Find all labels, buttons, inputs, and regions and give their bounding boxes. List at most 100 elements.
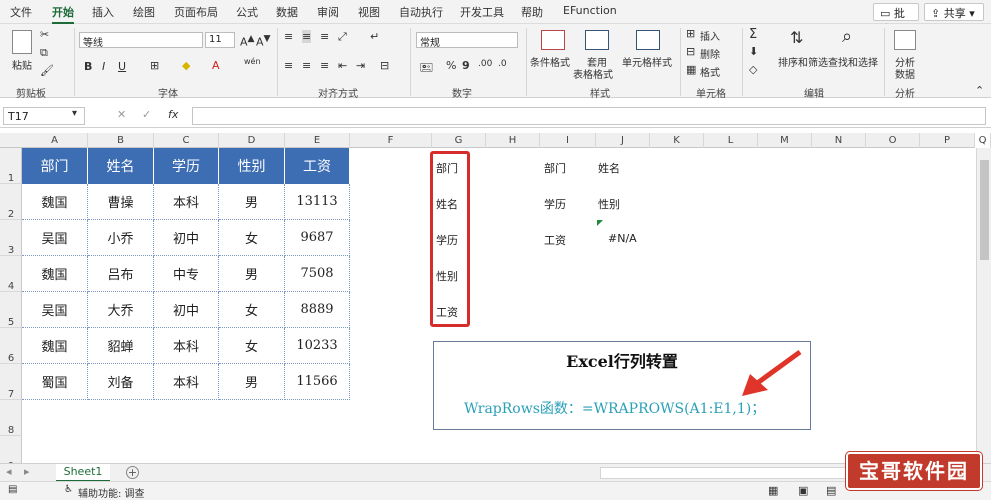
- column-header-a[interactable]: A: [22, 133, 88, 148]
- table-cell[interactable]: 吴国: [22, 220, 88, 256]
- column-g-cell[interactable]: 工资: [436, 304, 458, 320]
- row-header-8[interactable]: 8: [0, 400, 22, 436]
- vertical-scrollbar[interactable]: [976, 148, 991, 463]
- table-cell[interactable]: 7508: [285, 256, 350, 292]
- underline-button[interactable]: U: [118, 60, 126, 73]
- column-header-d[interactable]: D: [219, 133, 285, 148]
- analyze-data-icon[interactable]: [894, 30, 916, 50]
- wrapped-cell[interactable]: #N/A: [608, 232, 637, 245]
- table-cell[interactable]: 小乔: [88, 220, 154, 256]
- row-header-5[interactable]: 5: [0, 292, 22, 328]
- tab-file[interactable]: 文件: [10, 4, 32, 20]
- tab-page-layout[interactable]: 页面布局: [174, 4, 218, 20]
- table-cell[interactable]: 曹操: [88, 184, 154, 220]
- find-icon[interactable]: ⌕: [842, 26, 852, 47]
- format-table-button-line2[interactable]: 表格格式: [573, 66, 613, 81]
- column-header-e[interactable]: E: [285, 133, 350, 148]
- paste-icon[interactable]: [12, 30, 32, 54]
- next-sheet-icon[interactable]: ▸: [24, 465, 30, 478]
- fill-icon[interactable]: ⬇: [749, 45, 758, 58]
- table-cell[interactable]: 蜀国: [22, 364, 88, 400]
- share-button[interactable]: ⇪ 共享 ▾: [924, 3, 984, 21]
- fill-color-icon[interactable]: ◆: [182, 59, 190, 72]
- currency-icon[interactable]: 🖭: [420, 59, 433, 78]
- number-format-dropdown[interactable]: 常规: [416, 32, 518, 49]
- wrapped-cell[interactable]: 工资: [544, 232, 566, 248]
- table-cell[interactable]: 11566: [285, 364, 350, 400]
- tab-home[interactable]: 开始: [52, 4, 74, 24]
- analyze-data-button-line2[interactable]: 数据: [895, 66, 915, 81]
- table-cell[interactable]: 男: [219, 256, 285, 292]
- column-header-n[interactable]: N: [812, 133, 866, 148]
- tab-view[interactable]: 视图: [358, 4, 380, 20]
- table-cell[interactable]: 本科: [154, 184, 219, 220]
- delete-cells-icon[interactable]: ⊟: [686, 45, 695, 58]
- tab-developer[interactable]: 开发工具: [460, 4, 504, 20]
- column-g-cell[interactable]: 部门: [436, 160, 458, 176]
- paste-button[interactable]: 粘贴: [12, 57, 32, 72]
- table-cell[interactable]: 中专: [154, 256, 219, 292]
- column-header-m[interactable]: M: [758, 133, 812, 148]
- tab-help[interactable]: 帮助: [521, 4, 543, 20]
- table-cell[interactable]: 吕布: [88, 256, 154, 292]
- cut-icon[interactable]: ✂: [40, 28, 49, 41]
- row-header-2[interactable]: 2: [0, 184, 22, 220]
- indent-icon[interactable]: ⇤: [338, 59, 347, 72]
- column-header-j[interactable]: J: [596, 133, 650, 148]
- table-cell[interactable]: 本科: [154, 328, 219, 364]
- align-center-icon[interactable]: ≡: [302, 59, 311, 72]
- enter-icon[interactable]: ✓: [142, 108, 151, 121]
- tab-automate[interactable]: 自动执行: [399, 4, 443, 20]
- wrapped-cell[interactable]: 性别: [598, 196, 620, 212]
- autosum-icon[interactable]: Σ: [749, 27, 757, 42]
- column-header-o[interactable]: O: [866, 133, 920, 148]
- table-cell[interactable]: 女: [219, 328, 285, 364]
- table-cell[interactable]: 貂蝉: [88, 328, 154, 364]
- row-header-1[interactable]: 1: [0, 148, 22, 184]
- conditional-format-icon[interactable]: [541, 30, 565, 50]
- column-header-h[interactable]: H: [486, 133, 540, 148]
- row-header-4[interactable]: 4: [0, 256, 22, 292]
- phonetic-icon[interactable]: wén: [244, 57, 261, 66]
- find-select-button[interactable]: 查找和选择: [828, 54, 878, 69]
- macro-record-icon[interactable]: ▤: [8, 484, 17, 495]
- format-painter-icon[interactable]: 🖌: [40, 64, 54, 77]
- cell-styles-button[interactable]: 单元格样式: [622, 54, 672, 69]
- formula-input[interactable]: [192, 107, 986, 125]
- copy-icon[interactable]: ⧉: [40, 46, 48, 60]
- table-cell[interactable]: 吴国: [22, 292, 88, 328]
- align-left-icon[interactable]: ≡: [284, 59, 293, 72]
- tab-insert[interactable]: 插入: [92, 4, 114, 20]
- row-header-7[interactable]: 7: [0, 364, 22, 400]
- table-cell[interactable]: 魏国: [22, 256, 88, 292]
- comma-icon[interactable]: 9: [462, 59, 470, 72]
- column-g-cell[interactable]: 学历: [436, 232, 458, 248]
- prev-sheet-icon[interactable]: ◂: [6, 465, 12, 478]
- tab-data[interactable]: 数据: [276, 4, 298, 20]
- decrease-font-icon[interactable]: A▼: [256, 33, 271, 49]
- table-cell[interactable]: 男: [219, 364, 285, 400]
- tab-formulas[interactable]: 公式: [236, 4, 258, 20]
- wrapped-cell[interactable]: 姓名: [598, 160, 620, 176]
- table-header-cell[interactable]: 学历: [154, 148, 219, 184]
- column-header-b[interactable]: B: [88, 133, 154, 148]
- column-header-k[interactable]: K: [650, 133, 704, 148]
- table-header-cell[interactable]: 姓名: [88, 148, 154, 184]
- accessibility-status[interactable]: 辅助功能: 调查: [78, 485, 145, 500]
- insert-function-button[interactable]: fx: [168, 108, 178, 121]
- column-header-q[interactable]: Q: [975, 133, 991, 148]
- increase-font-icon[interactable]: A▲: [240, 33, 255, 49]
- name-box-chevron-icon[interactable]: ▾: [72, 108, 77, 119]
- column-header-c[interactable]: C: [154, 133, 219, 148]
- table-header-cell[interactable]: 工资: [285, 148, 350, 184]
- normal-view-icon[interactable]: ▦: [768, 484, 778, 497]
- orientation-icon[interactable]: ⤢: [338, 30, 347, 44]
- row-header-6[interactable]: 6: [0, 328, 22, 364]
- insert-cells-button[interactable]: 插入: [700, 28, 720, 43]
- table-header-cell[interactable]: 部门: [22, 148, 88, 184]
- bold-button[interactable]: B: [84, 60, 92, 73]
- font-color-icon[interactable]: A: [212, 59, 220, 72]
- tab-draw[interactable]: 绘图: [133, 4, 155, 20]
- comment-button[interactable]: ▭ 批注: [873, 3, 919, 36]
- page-break-view-icon[interactable]: ▤: [826, 484, 836, 497]
